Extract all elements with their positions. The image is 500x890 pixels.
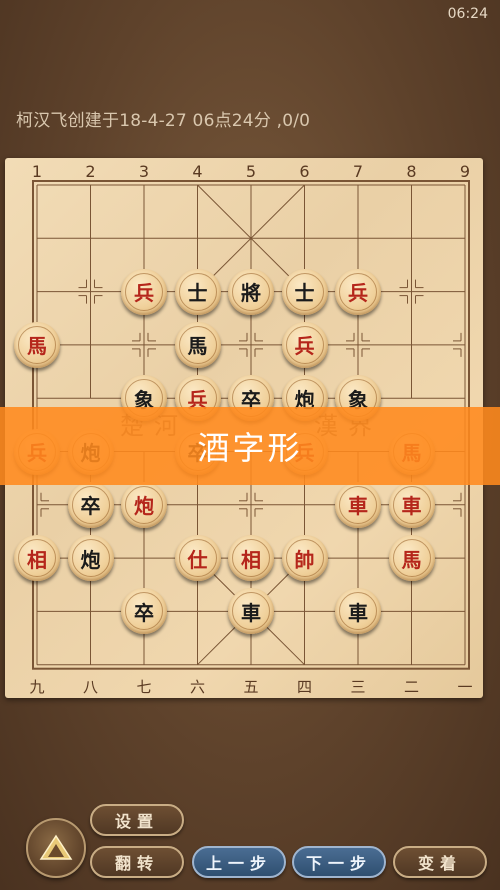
piece-label: 車: [401, 494, 422, 519]
chess-piece-black[interactable]: 車: [228, 588, 274, 635]
piece-label: 卒: [80, 494, 101, 519]
settings-button[interactable]: 设置: [90, 804, 184, 836]
file-number-top: 8: [406, 162, 417, 181]
piece-label: 兵: [134, 281, 154, 306]
piece-label: 卒: [134, 600, 154, 625]
chess-piece-red[interactable]: 馬: [388, 535, 435, 582]
file-number-bottom: 一: [457, 678, 473, 696]
chess-piece-red[interactable]: 兵: [335, 268, 381, 315]
file-number-top: 9: [459, 162, 471, 181]
piece-label: 炮: [134, 494, 154, 519]
chess-piece-black[interactable]: 將: [228, 268, 274, 315]
chess-piece-black[interactable]: 炮: [67, 535, 114, 582]
up-arrow-icon: [39, 834, 73, 860]
piece-label: 帥: [294, 547, 315, 572]
piece-label: 車: [241, 600, 261, 625]
file-number-top: 1: [31, 162, 43, 181]
file-number-bottom: 六: [189, 678, 205, 696]
piece-label: 車: [348, 600, 368, 625]
file-number-top: 3: [138, 162, 150, 181]
file-number-top: 4: [192, 162, 203, 181]
chess-piece-red[interactable]: 相: [228, 535, 274, 582]
piece-label: 馬: [401, 547, 422, 572]
variation-button[interactable]: 变着: [393, 846, 487, 878]
piece-label: 相: [241, 547, 261, 572]
file-number-bottom: 五: [243, 678, 259, 696]
piece-label: 車: [348, 494, 368, 519]
file-number-bottom: 三: [350, 678, 366, 696]
file-number-bottom: 八: [82, 678, 98, 696]
file-number-bottom: 四: [296, 678, 312, 696]
file-number-top: 6: [299, 162, 310, 181]
file-number-top: 5: [245, 162, 257, 181]
file-number-bottom: 九: [29, 678, 45, 696]
chess-piece-black[interactable]: 車: [335, 588, 381, 635]
opening-name-banner: 酒字形: [0, 407, 500, 485]
piece-label: 兵: [294, 334, 315, 359]
chess-piece-red[interactable]: 炮: [121, 481, 167, 528]
chess-piece-red[interactable]: 相: [14, 535, 60, 582]
piece-label: 將: [241, 281, 261, 306]
piece-label: 馬: [187, 334, 208, 359]
flip-button[interactable]: 翻转: [90, 846, 184, 878]
file-number-top: 2: [85, 162, 96, 181]
file-number-bottom: 七: [136, 678, 152, 696]
piece-label: 兵: [348, 281, 368, 306]
chess-piece-red[interactable]: 兵: [281, 321, 328, 368]
chess-piece-black[interactable]: 馬: [174, 321, 221, 368]
opening-name-text: 酒字形: [197, 429, 303, 467]
chess-piece-black[interactable]: 卒: [121, 588, 167, 635]
piece-label: 士: [294, 281, 315, 306]
piece-label: 士: [187, 281, 208, 306]
chess-piece-red[interactable]: 帥: [281, 535, 328, 582]
prev-step-button[interactable]: 上一步: [192, 846, 286, 878]
chess-piece-red[interactable]: 馬: [14, 321, 60, 368]
chess-piece-black[interactable]: 士: [174, 268, 221, 315]
piece-label: 相: [27, 547, 47, 572]
chess-piece-black[interactable]: 卒: [67, 481, 114, 528]
chess-piece-black[interactable]: 士: [281, 268, 328, 315]
piece-label: 炮: [80, 547, 101, 572]
chess-piece-red[interactable]: 兵: [121, 268, 167, 315]
chess-piece-red[interactable]: 車: [388, 481, 435, 528]
chess-piece-red[interactable]: 車: [335, 481, 381, 528]
chess-piece-red[interactable]: 仕: [174, 535, 221, 582]
piece-label: 仕: [187, 547, 208, 572]
home-button[interactable]: [26, 818, 86, 878]
file-number-bottom: 二: [403, 678, 419, 696]
piece-label: 馬: [27, 334, 47, 359]
file-number-top: 7: [352, 162, 364, 181]
next-step-button[interactable]: 下一步: [292, 846, 386, 878]
